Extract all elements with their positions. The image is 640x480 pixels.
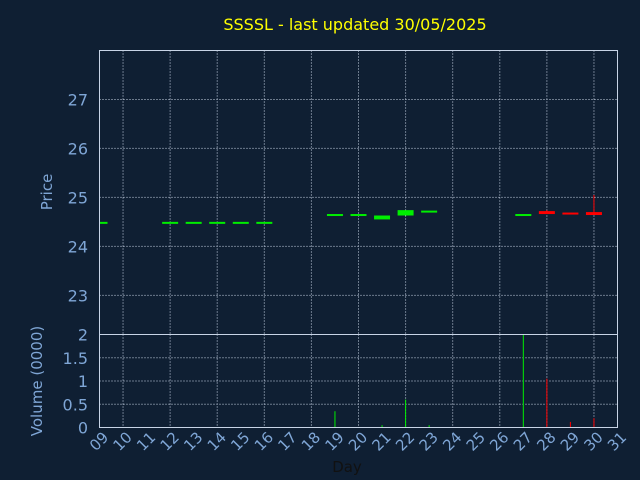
volume-tick-label: 1 bbox=[78, 372, 88, 391]
candle-body bbox=[185, 221, 202, 224]
x-tick-label: 16 bbox=[251, 428, 277, 454]
x-tick-label: 31 bbox=[604, 428, 630, 454]
x-axis-label: Day bbox=[332, 458, 362, 476]
candle-body bbox=[421, 210, 438, 213]
x-tick-label: 19 bbox=[321, 428, 347, 454]
x-tick-label: 22 bbox=[392, 428, 418, 454]
volume-axis-label: Volume (0000) bbox=[28, 326, 46, 436]
candle-body bbox=[397, 210, 414, 216]
price-tick-label: 27 bbox=[68, 90, 88, 109]
volume-tick-label: 0.5 bbox=[63, 395, 88, 414]
price-tick-label: 25 bbox=[68, 188, 88, 207]
x-tick-label: 10 bbox=[110, 428, 136, 454]
x-tick-label: 29 bbox=[557, 428, 583, 454]
candle-body bbox=[515, 214, 532, 217]
candle-body bbox=[99, 221, 108, 224]
x-tick-label: 26 bbox=[486, 428, 512, 454]
price-axis-label: Price bbox=[38, 174, 56, 211]
x-axis-ticks: 0910111213141516171819202122232425262728… bbox=[86, 428, 630, 454]
candle-body bbox=[209, 221, 226, 224]
volume-grid bbox=[99, 334, 618, 428]
x-tick-label: 14 bbox=[204, 428, 230, 454]
x-tick-label: 27 bbox=[510, 428, 536, 454]
candle-body bbox=[162, 221, 179, 224]
candle-body bbox=[232, 221, 249, 224]
x-tick-label: 25 bbox=[463, 428, 489, 454]
x-tick-label: 23 bbox=[416, 428, 442, 454]
x-tick-label: 17 bbox=[274, 428, 300, 454]
candle-body bbox=[350, 214, 367, 217]
price-tick-label: 23 bbox=[68, 286, 88, 305]
x-tick-label: 18 bbox=[298, 428, 324, 454]
candle-body bbox=[326, 214, 343, 217]
candle-body bbox=[374, 215, 391, 220]
x-tick-label: 21 bbox=[369, 428, 395, 454]
stock-chart: SSSSL - last updated 30/05/2025 23242526… bbox=[28, 15, 630, 476]
x-tick-label: 12 bbox=[157, 428, 183, 454]
price-grid bbox=[99, 50, 618, 335]
volume-panel: 0 0.5 1 1.5 2 Volume (0000) bbox=[28, 326, 618, 438]
candle-body bbox=[538, 211, 555, 215]
price-candles bbox=[99, 194, 602, 224]
price-tick-label: 26 bbox=[68, 139, 88, 158]
x-tick-label: 28 bbox=[533, 428, 559, 454]
price-panel: 23 24 25 26 27 Price bbox=[38, 50, 618, 335]
x-tick-label: 20 bbox=[345, 428, 371, 454]
volume-tick-label: 0 bbox=[78, 419, 88, 438]
x-tick-label: 11 bbox=[133, 428, 159, 454]
x-tick-label: 09 bbox=[86, 428, 112, 454]
price-tick-label: 24 bbox=[68, 237, 88, 256]
x-tick-label: 13 bbox=[180, 428, 206, 454]
volume-tick-label: 1.5 bbox=[63, 349, 88, 368]
candle-body bbox=[562, 212, 579, 215]
candle-body bbox=[256, 221, 273, 224]
chart-title: SSSSL - last updated 30/05/2025 bbox=[223, 15, 486, 34]
volume-bars bbox=[334, 334, 595, 428]
volume-tick-label: 2 bbox=[78, 326, 88, 345]
candle-body bbox=[585, 212, 602, 216]
volume-axis-ticks: 0 0.5 1 1.5 2 bbox=[63, 326, 88, 438]
x-tick-label: 15 bbox=[227, 428, 253, 454]
x-tick-label: 30 bbox=[580, 428, 606, 454]
x-tick-label: 24 bbox=[439, 428, 465, 454]
price-axis-ticks: 23 24 25 26 27 bbox=[68, 90, 88, 305]
